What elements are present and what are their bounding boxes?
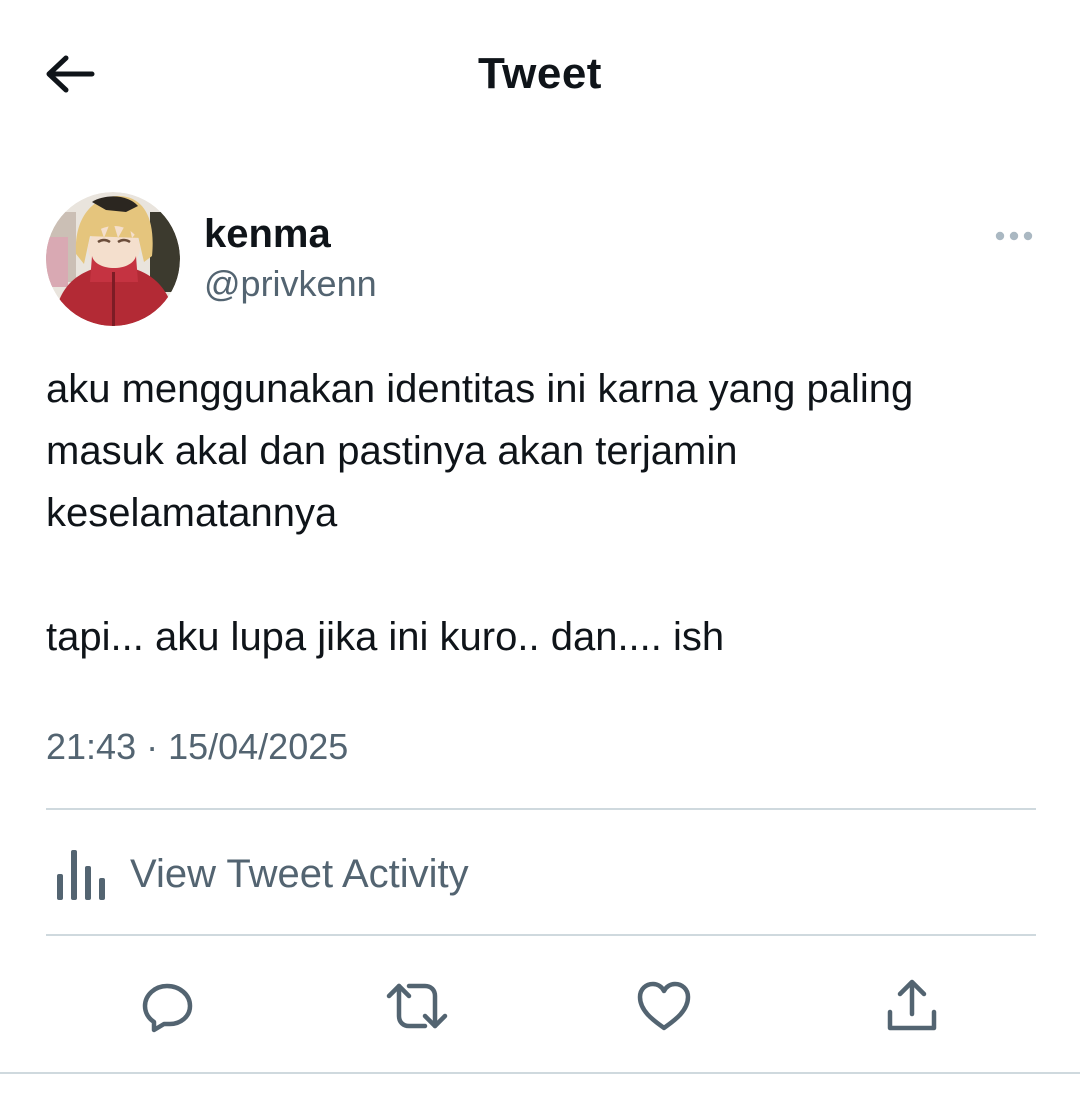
heart-icon: [637, 981, 691, 1031]
tweet-timestamp[interactable]: 21:43 · 15/04/2025: [46, 724, 348, 770]
divider: [0, 1072, 1080, 1074]
tweet-paragraph: tapi... aku lupa jika ini kuro.. dan....…: [46, 615, 725, 659]
user-handle[interactable]: @privkenn: [204, 262, 377, 306]
share-icon: [887, 979, 937, 1031]
retweet-button[interactable]: [385, 974, 449, 1038]
bar-chart-icon: [54, 846, 106, 902]
avatar[interactable]: [46, 192, 180, 326]
avatar-image: [46, 192, 180, 326]
tweet-author: kenma @privkenn: [46, 192, 1036, 326]
tweet-paragraph: aku menggunakan identitas ini karna yang…: [46, 367, 914, 535]
tweet-action-bar: [0, 938, 1080, 1072]
reply-icon: [142, 983, 193, 1033]
top-bar: Tweet: [0, 0, 1080, 150]
share-button[interactable]: [880, 974, 944, 1038]
display-name[interactable]: kenma: [204, 210, 331, 258]
more-options-button[interactable]: [992, 218, 1036, 254]
page-title: Tweet: [478, 49, 602, 98]
view-tweet-activity-button[interactable]: View Tweet Activity: [46, 812, 1036, 936]
like-button[interactable]: [632, 974, 696, 1038]
view-tweet-activity-label: View Tweet Activity: [130, 852, 469, 896]
reply-button[interactable]: [136, 974, 200, 1038]
tweet-text: aku menggunakan identitas ini karna yang…: [46, 358, 1036, 668]
divider: [46, 808, 1036, 810]
more-horizontal-icon: [995, 231, 1033, 241]
retweet-icon: [386, 983, 448, 1029]
divider: [46, 934, 1036, 936]
